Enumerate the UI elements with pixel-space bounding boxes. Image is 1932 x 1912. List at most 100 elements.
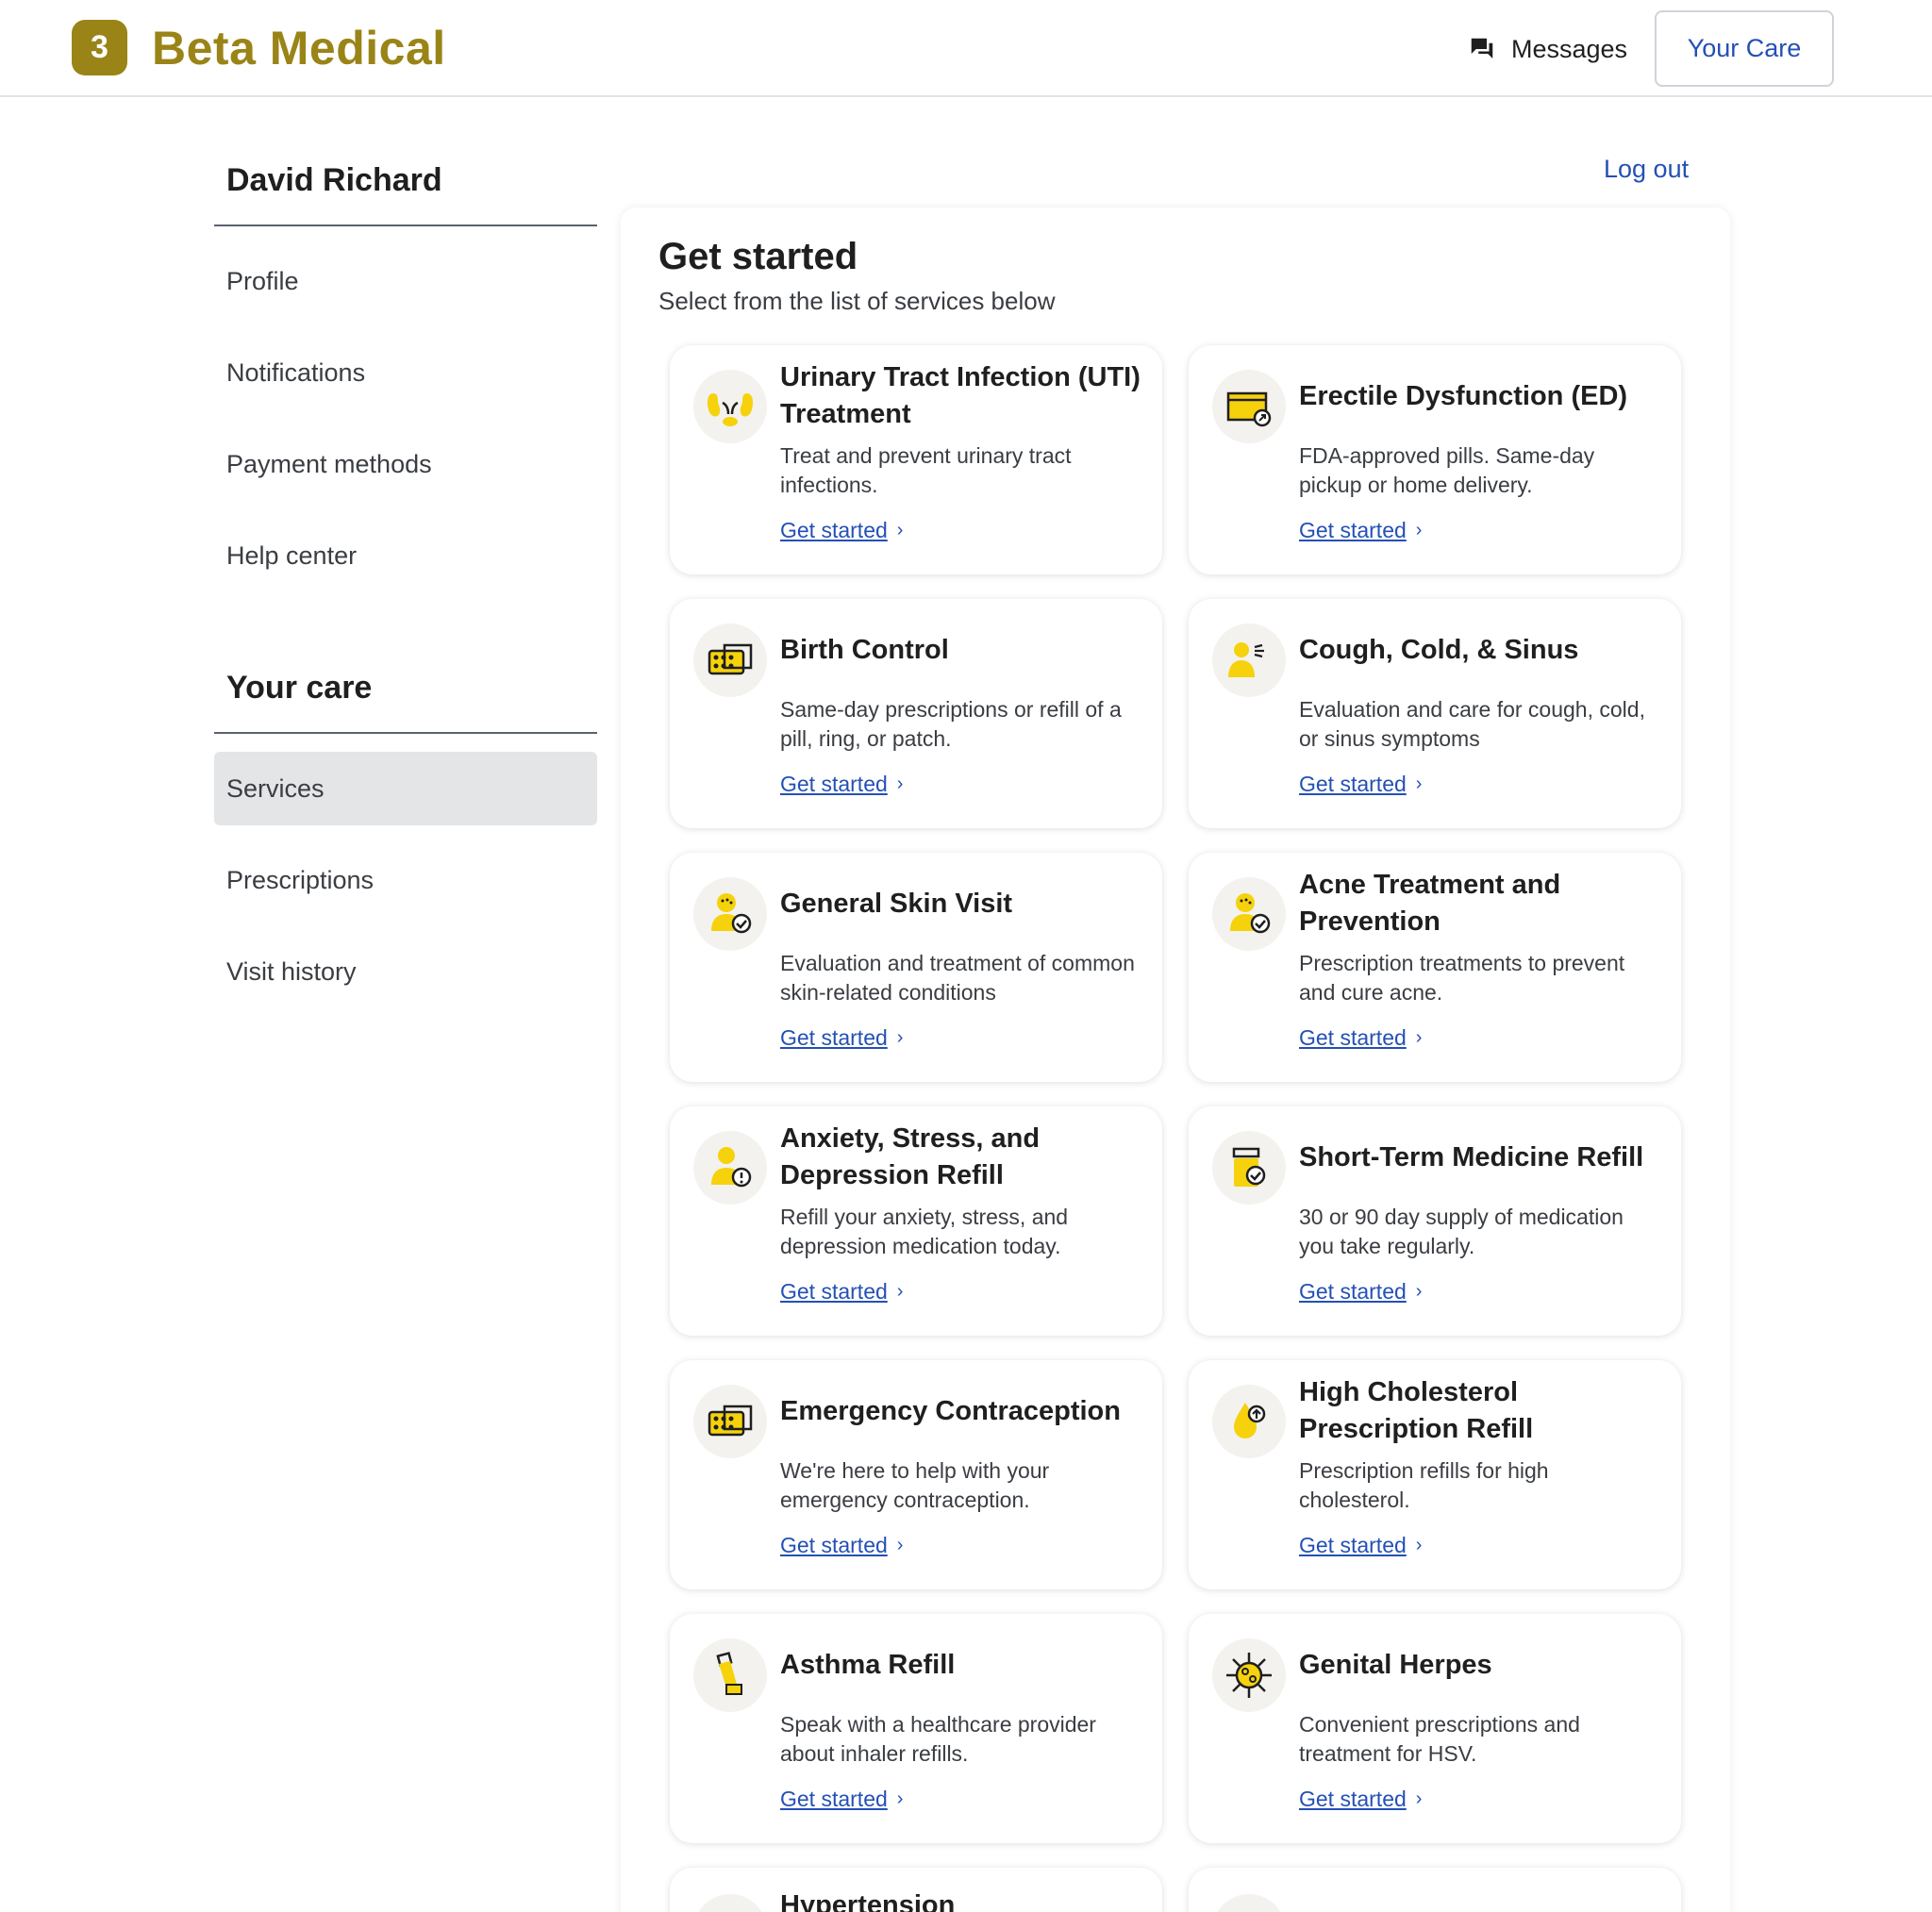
get-started-label: Get started (1299, 518, 1407, 542)
your-care-button[interactable]: Your Care (1655, 10, 1834, 87)
chevron-right-icon: › (896, 1535, 904, 1555)
service-title: Anxiety, Stress, and Depression Refill (780, 1123, 1041, 1190)
droplet-up-icon (1212, 1385, 1286, 1458)
brand-name[interactable]: Beta Medical (152, 21, 446, 75)
service-card-acne[interactable]: Acne Treatment and Prevention Prescripti… (1189, 853, 1681, 1082)
service-card-uti[interactable]: Urinary Tract Infection (UTI) Treatment … (670, 345, 1162, 574)
messages-link[interactable]: Messages (1468, 28, 1627, 70)
get-started-label: Get started (780, 1787, 888, 1811)
heart-icon (693, 1894, 767, 1912)
get-started-link[interactable]: Get started › (780, 772, 903, 797)
service-description: FDA-approved pills. Same-day pickup or h… (1299, 443, 1595, 497)
service-card-ed[interactable]: Erectile Dysfunction (ED) FDA-approved p… (1189, 345, 1681, 574)
pill-bottle-icon (1212, 1131, 1286, 1205)
top-bar: 3 Beta Medical Messages Your Care (0, 0, 1932, 97)
chevron-right-icon: › (1415, 1535, 1423, 1555)
service-title: Cough, Cold, & Sinus (1299, 634, 1579, 665)
service-description: Treat and prevent urinary tract infectio… (780, 443, 1072, 497)
acne-check-icon (1212, 877, 1286, 951)
service-description: Refill your anxiety, stress, and depress… (780, 1205, 1069, 1258)
service-title: Emergency Contraception (780, 1395, 1121, 1426)
person-alert-icon (693, 1131, 767, 1205)
get-started-link[interactable]: Get started › (1299, 1787, 1422, 1812)
get-started-label: Get started (1299, 1533, 1407, 1557)
sidebar-item-services[interactable]: Services (214, 752, 597, 825)
get-started-label: Get started (780, 772, 888, 796)
service-description: 30 or 90 day supply of medication you ta… (1299, 1205, 1624, 1258)
service-title: Hypertension (780, 1890, 956, 1912)
cough-person-icon (1212, 623, 1286, 697)
service-description: We're here to help with your emergency c… (780, 1458, 1050, 1512)
chevron-right-icon: › (1415, 1788, 1423, 1809)
get-started-link[interactable]: Get started › (1299, 1025, 1422, 1051)
service-title: Short-Term Medicine Refill (1299, 1141, 1644, 1172)
sidebar-item-prescriptions[interactable]: Prescriptions (214, 843, 597, 917)
service-card-cough-cold-sinus[interactable]: Cough, Cold, & Sinus Evaluation and care… (1189, 599, 1681, 828)
service-title: Birth Control (780, 634, 949, 665)
service-card-anxiety[interactable]: Anxiety, Stress, and Depression Refill R… (670, 1106, 1162, 1336)
service-icon (1212, 1894, 1286, 1912)
service-title: Asthma Refill (780, 1649, 956, 1680)
log-out-link[interactable]: Log out (1604, 155, 1689, 184)
get-started-link[interactable]: Get started › (1299, 1279, 1422, 1305)
chevron-right-icon: › (1415, 1281, 1423, 1302)
pill-pack-icon (693, 623, 767, 697)
service-card-general-skin[interactable]: General Skin Visit Evaluation and treatm… (670, 853, 1162, 1082)
get-started-label: Get started (1299, 1787, 1407, 1811)
service-title: Genital Herpes (1299, 1649, 1492, 1680)
get-started-link[interactable]: Get started › (780, 1533, 903, 1558)
chevron-right-icon: › (1415, 773, 1423, 794)
sidebar-item-help-center[interactable]: Help center (214, 519, 597, 592)
pill-box-icon (1212, 370, 1286, 443)
service-card-hypertension[interactable]: Hypertension (670, 1868, 1162, 1912)
get-started-link[interactable]: Get started › (780, 518, 903, 543)
get-started-link[interactable]: Get started › (780, 1025, 903, 1051)
service-card-genital-herpes[interactable]: Genital Herpes Convenient prescriptions … (1189, 1614, 1681, 1843)
get-started-link[interactable]: Get started › (780, 1787, 903, 1812)
sidebar-item-profile[interactable]: Profile (214, 244, 597, 318)
service-card-high-cholesterol[interactable]: High Cholesterol Prescription Refill Pre… (1189, 1360, 1681, 1589)
service-title: Acne Treatment and Prevention (1299, 870, 1561, 937)
skin-check-icon (693, 877, 767, 951)
sidebar-item-payment-methods[interactable]: Payment methods (214, 427, 597, 501)
service-description: Evaluation and care for cough, cold, or … (1299, 697, 1645, 751)
sidebar-item-notifications[interactable]: Notifications (214, 336, 597, 409)
your-care-heading: Your care (214, 658, 597, 734)
service-title: High Cholesterol Prescription Refill (1299, 1377, 1534, 1444)
sidebar-item-visit-history[interactable]: Visit history (214, 935, 597, 1008)
service-title: Urinary Tract Infection (UTI) Treatment (780, 362, 1141, 429)
chevron-right-icon: › (896, 773, 904, 794)
get-started-link[interactable]: Get started › (1299, 1533, 1422, 1558)
service-title: Erectile Dysfunction (ED) (1299, 380, 1628, 411)
service-card-asthma[interactable]: Asthma Refill Speak with a healthcare pr… (670, 1614, 1162, 1843)
account-sidebar: David Richard Profile Notifications Paym… (214, 151, 597, 1008)
service-card-partial[interactable] (1189, 1868, 1681, 1912)
services-grid: Urinary Tract Infection (UTI) Treatment … (670, 345, 1681, 1912)
get-started-label: Get started (1299, 772, 1407, 796)
get-started-link[interactable]: Get started › (780, 1279, 903, 1305)
get-started-label: Get started (780, 1025, 888, 1050)
kidney-icon (693, 370, 767, 443)
pill-pack-icon (693, 1385, 767, 1458)
service-description: Same-day prescriptions or refill of a pi… (780, 697, 1122, 751)
service-description: Speak with a healthcare provider about i… (780, 1712, 1096, 1766)
virus-icon (1212, 1638, 1286, 1712)
get-started-label: Get started (780, 1279, 888, 1304)
service-card-short-term-refill[interactable]: Short-Term Medicine Refill 30 or 90 day … (1189, 1106, 1681, 1336)
get-started-label: Get started (780, 1533, 888, 1557)
user-name-heading: David Richard (214, 151, 597, 226)
page-subtitle: Select from the list of services below (658, 287, 1056, 315)
get-started-label: Get started (780, 518, 888, 542)
get-started-link[interactable]: Get started › (1299, 772, 1422, 797)
chat-bubbles-icon (1471, 38, 1493, 58)
get-started-link[interactable]: Get started › (1299, 518, 1422, 543)
chevron-right-icon: › (896, 1788, 904, 1809)
page-title: Get started (658, 236, 858, 277)
service-description: Convenient prescriptions and treatment f… (1299, 1712, 1580, 1766)
chevron-right-icon: › (1415, 1027, 1423, 1048)
service-card-birth-control[interactable]: Birth Control Same-day prescriptions or … (670, 599, 1162, 828)
chevron-right-icon: › (896, 520, 904, 540)
chevron-right-icon: › (896, 1281, 904, 1302)
service-card-emergency-contraception[interactable]: Emergency Contraception We're here to he… (670, 1360, 1162, 1589)
brand-logo-icon[interactable]: 3 (72, 20, 127, 75)
